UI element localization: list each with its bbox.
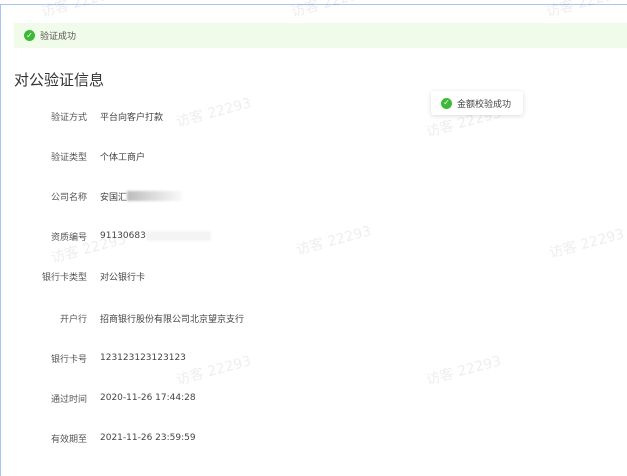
field-label: 通过时间 [50, 394, 87, 405]
field-row: 通过时间 2020-11-26 17:44:28 [0, 390, 196, 406]
success-toast: ✓ 金额校验成功 [431, 91, 523, 115]
field-label: 有效期至 [50, 434, 87, 445]
field-row: 开户行 招商银行股份有限公司北京望京支行 [0, 310, 244, 326]
redaction-blur [127, 191, 183, 201]
field-row: 验证方式 平台向客户打款 [0, 108, 163, 124]
field-label: 公司名称 [50, 192, 87, 203]
check-circle-icon: ✓ [441, 97, 452, 109]
field-label: 银行卡号 [50, 354, 87, 365]
field-value: 个体工商户 [100, 152, 146, 163]
alert-text: 验证成功 [40, 32, 77, 42]
field-value: 2020-11-26 17:44:28 [100, 393, 196, 403]
field-row: 银行卡号 123123123123123 [0, 350, 186, 366]
field-label: 银行卡类型 [41, 272, 87, 283]
field-value: 2021-11-26 23:59:59 [100, 433, 196, 443]
field-label: 验证类型 [50, 152, 87, 163]
field-value: 平台向客户打款 [100, 112, 164, 123]
field-value: 123123123123123 [100, 353, 186, 363]
field-row: 验证类型 个体工商户 [0, 148, 145, 164]
field-label: 开户行 [59, 314, 87, 325]
field-value: 对公银行卡 [100, 272, 146, 283]
success-alert: ✓ 验证成功 [14, 23, 627, 48]
page-title: 对公验证信息 [14, 71, 105, 89]
toast-text: 金额校验成功 [457, 99, 512, 110]
field-label: 验证方式 [50, 112, 87, 123]
field-row: 公司名称 安国汇 [0, 188, 183, 204]
field-label: 资质编号 [50, 232, 87, 243]
field-row: 资质编号 91130683 [0, 228, 211, 244]
field-row: 银行卡类型 对公银行卡 [0, 268, 145, 284]
field-value: 91130683 [100, 231, 146, 241]
check-circle-icon: ✓ [24, 30, 35, 41]
field-value: 招商银行股份有限公司北京望京支行 [100, 314, 245, 325]
field-row: 有效期至 2021-11-26 23:59:59 [0, 430, 196, 446]
field-value: 安国汇 [100, 192, 128, 203]
redaction-blur [145, 231, 211, 241]
